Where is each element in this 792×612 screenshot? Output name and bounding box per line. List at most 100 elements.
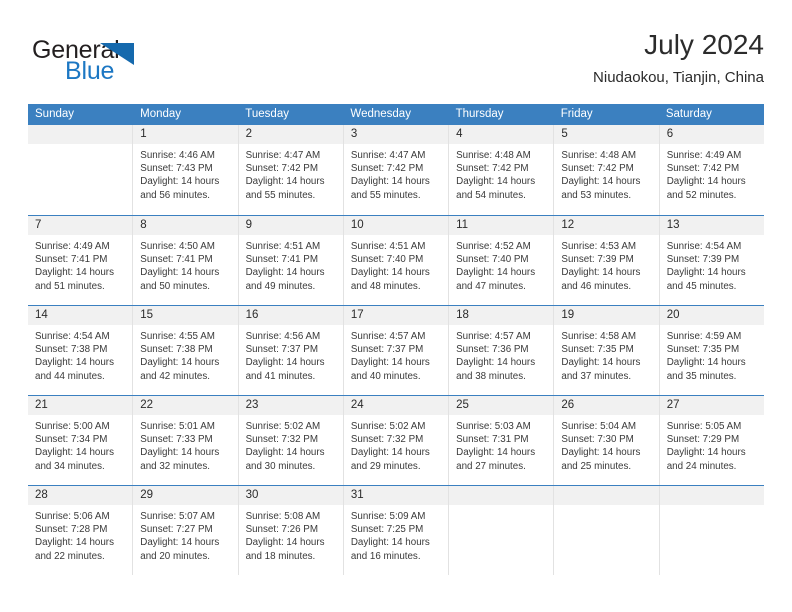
calendar-day-cell[interactable]: 27 Sunrise: 5:05 AM Sunset: 7:29 PM Dayligh… <box>658 396 764 485</box>
day-sun-info: Sunrise: 4:51 AM Sunset: 7:41 PM Daylight:… <box>239 235 343 293</box>
sunset-time: Sunset: 7:41 PM <box>140 254 213 266</box>
daylight-duration-line2: and 37 minutes. <box>561 370 632 382</box>
daylight-duration-line2: and 46 minutes. <box>561 280 632 292</box>
general-blue-logo[interactable]: General Blue <box>32 36 232 92</box>
daylight-duration-line1: Daylight: 14 hours <box>561 447 641 459</box>
calendar-day-cell[interactable]: 25 Sunrise: 5:03 AM Sunset: 7:31 PM Dayligh… <box>448 396 554 485</box>
calendar-day-cell[interactable]: 21 Sunrise: 5:00 AM Sunset: 7:34 PM Dayligh… <box>28 396 133 485</box>
day-number: 24 <box>343 396 449 415</box>
weekday-thursday: Thursday <box>455 108 504 120</box>
daylight-duration-line1: Daylight: 14 hours <box>140 357 220 369</box>
calendar-day-cell[interactable]: 5 Sunrise: 4:48 AM Sunset: 7:42 PM Daylight… <box>553 125 659 215</box>
calendar-day-cell[interactable]: 9 Sunrise: 4:51 AM Sunset: 7:41 PM Daylight… <box>237 216 343 305</box>
day-number: 16 <box>238 306 343 325</box>
daylight-duration-line1: Daylight: 14 hours <box>140 267 220 279</box>
sunset-time: Sunset: 7:38 PM <box>35 344 108 356</box>
sunrise-time: Sunrise: 4:59 AM <box>666 331 742 342</box>
calendar-day-cell[interactable]: 30 Sunrise: 5:08 AM Sunset: 7:26 PM Dayligh… <box>237 486 343 575</box>
daylight-duration-line1: Daylight: 14 hours <box>245 447 325 459</box>
daylight-duration-line1: Daylight: 14 hours <box>456 267 536 279</box>
daylight-duration-line2: and 44 minutes. <box>35 370 105 382</box>
calendar-day-cell[interactable]: 23 Sunrise: 5:02 AM Sunset: 7:32 PM Dayligh… <box>237 396 343 485</box>
daylight-duration-line1: Daylight: 14 hours <box>456 357 536 369</box>
calendar-day-cell[interactable]: 2 Sunrise: 4:47 AM Sunset: 7:42 PM Daylight… <box>237 125 343 215</box>
sunset-time: Sunset: 7:41 PM <box>245 254 318 266</box>
day-sun-info: Sunrise: 4:48 AM Sunset: 7:42 PM Daylight:… <box>449 144 553 202</box>
calendar-day-cell[interactable]: 12 Sunrise: 4:53 AM Sunset: 7:39 PM Dayligh… <box>553 216 659 305</box>
day-sun-info: Sunrise: 5:08 AM Sunset: 7:26 PM Daylight:… <box>239 505 343 563</box>
calendar-day-cell[interactable]: 14 Sunrise: 4:54 AM Sunset: 7:38 PM Dayligh… <box>28 306 133 395</box>
calendar-day-cell[interactable]: 28 Sunrise: 5:06 AM Sunset: 7:28 PM Dayligh… <box>28 486 133 575</box>
calendar-day-cell[interactable]: 10 Sunrise: 4:51 AM Sunset: 7:40 PM Dayligh… <box>342 216 449 305</box>
day-number: 29 <box>133 486 238 505</box>
calendar-day-cell[interactable]: 20 Sunrise: 4:59 AM Sunset: 7:35 PM Dayligh… <box>658 306 764 395</box>
calendar-day-cell[interactable]: 6 Sunrise: 4:49 AM Sunset: 7:42 PM Daylight… <box>658 125 764 215</box>
calendar-day-cell[interactable]: 26 Sunrise: 5:04 AM Sunset: 7:30 PM Dayligh… <box>553 396 659 485</box>
sunset-time: Sunset: 7:39 PM <box>666 254 740 266</box>
day-sun-info: Sunrise: 4:50 AM Sunset: 7:41 PM Daylight:… <box>133 235 237 293</box>
calendar-day-cell-empty <box>658 486 764 575</box>
sunset-time: Sunset: 7:42 PM <box>666 163 740 175</box>
calendar-day-cell[interactable]: 24 Sunrise: 5:02 AM Sunset: 7:32 PM Dayligh… <box>342 396 449 485</box>
sunset-time: Sunset: 7:25 PM <box>350 524 424 536</box>
weekday-monday: Monday <box>140 108 182 120</box>
daylight-duration-line1: Daylight: 14 hours <box>561 267 641 279</box>
sunset-time: Sunset: 7:34 PM <box>35 434 108 446</box>
calendar-day-cell[interactable]: 4 Sunrise: 4:48 AM Sunset: 7:42 PM Daylight… <box>448 125 554 215</box>
calendar-day-cell[interactable]: 8 Sunrise: 4:50 AM Sunset: 7:41 PM Daylight… <box>132 216 238 305</box>
sunrise-time: Sunrise: 4:57 AM <box>456 331 531 342</box>
daylight-duration-line1: Daylight: 14 hours <box>140 537 220 549</box>
sunset-time: Sunset: 7:42 PM <box>350 163 424 175</box>
calendar-day-cell[interactable]: 22 Sunrise: 5:01 AM Sunset: 7:33 PM Dayligh… <box>132 396 238 485</box>
day-sun-info: Sunrise: 5:02 AM Sunset: 7:32 PM Daylight:… <box>239 415 343 473</box>
calendar-day-cell[interactable]: 13 Sunrise: 4:54 AM Sunset: 7:39 PM Dayligh… <box>658 216 764 305</box>
calendar-grid: Sunday Monday Tuesday Wednesday Thursday… <box>28 104 764 575</box>
day-sun-info: Sunrise: 4:52 AM Sunset: 7:40 PM Daylight:… <box>449 235 553 293</box>
calendar-day-cell[interactable]: 31 Sunrise: 5:09 AM Sunset: 7:25 PM Dayligh… <box>342 486 449 575</box>
day-number: 19 <box>554 306 659 325</box>
day-sun-info: Sunrise: 4:57 AM Sunset: 7:37 PM Daylight:… <box>344 325 448 383</box>
calendar-day-cell[interactable]: 3 Sunrise: 4:47 AM Sunset: 7:42 PM Daylight… <box>342 125 449 215</box>
daylight-duration-line2: and 48 minutes. <box>350 280 421 292</box>
day-number: 28 <box>28 486 133 505</box>
calendar-day-cell[interactable]: 16 Sunrise: 4:56 AM Sunset: 7:37 PM Dayligh… <box>237 306 343 395</box>
calendar-day-cell[interactable]: 7 Sunrise: 4:49 AM Sunset: 7:41 PM Daylight… <box>28 216 133 305</box>
daylight-duration-line2: and 53 minutes. <box>561 189 632 201</box>
daylight-duration-line1: Daylight: 14 hours <box>561 176 641 188</box>
sunrise-time: Sunrise: 4:48 AM <box>456 150 531 161</box>
day-sun-info: Sunrise: 4:58 AM Sunset: 7:35 PM Daylight:… <box>554 325 658 383</box>
daylight-duration-line2: and 45 minutes. <box>666 280 737 292</box>
sunset-time: Sunset: 7:38 PM <box>140 344 213 356</box>
daylight-duration-line2: and 16 minutes. <box>350 550 421 562</box>
sunset-time: Sunset: 7:32 PM <box>350 434 424 446</box>
calendar-day-cell[interactable]: 17 Sunrise: 4:57 AM Sunset: 7:37 PM Dayligh… <box>342 306 449 395</box>
sunset-time: Sunset: 7:31 PM <box>456 434 529 446</box>
calendar-day-cell[interactable]: 1 Sunrise: 4:46 AM Sunset: 7:43 PM Daylight… <box>132 125 238 215</box>
calendar-day-cell[interactable]: 11 Sunrise: 4:52 AM Sunset: 7:40 PM Dayligh… <box>448 216 554 305</box>
day-sun-info: Sunrise: 5:00 AM Sunset: 7:34 PM Daylight:… <box>28 415 132 473</box>
day-number <box>659 486 764 505</box>
calendar-day-cell[interactable]: 18 Sunrise: 4:57 AM Sunset: 7:36 PM Dayligh… <box>448 306 554 395</box>
daylight-duration-line1: Daylight: 14 hours <box>140 447 220 459</box>
day-number: 14 <box>28 306 133 325</box>
sunrise-time: Sunrise: 4:53 AM <box>561 241 637 252</box>
calendar-day-cell[interactable]: 19 Sunrise: 4:58 AM Sunset: 7:35 PM Dayligh… <box>553 306 659 395</box>
calendar-day-cell[interactable]: 15 Sunrise: 4:55 AM Sunset: 7:38 PM Dayligh… <box>132 306 238 395</box>
calendar-day-cell-empty <box>28 125 133 215</box>
sunrise-time: Sunrise: 4:57 AM <box>350 331 426 342</box>
sunrise-time: Sunrise: 5:02 AM <box>245 421 321 432</box>
calendar-day-cell[interactable]: 29 Sunrise: 5:07 AM Sunset: 7:27 PM Dayligh… <box>132 486 238 575</box>
page-header: General Blue July 2024 Niudaokou, Tianji… <box>28 28 764 94</box>
day-number: 5 <box>554 125 659 144</box>
day-sun-info: Sunrise: 5:02 AM Sunset: 7:32 PM Daylight:… <box>344 415 448 473</box>
day-sun-info: Sunrise: 4:48 AM Sunset: 7:42 PM Daylight:… <box>554 144 658 202</box>
sunrise-time: Sunrise: 4:54 AM <box>666 241 742 252</box>
daylight-duration-line2: and 41 minutes. <box>245 370 316 382</box>
daylight-duration-line2: and 40 minutes. <box>350 370 421 382</box>
sunrise-time: Sunrise: 4:49 AM <box>666 150 742 161</box>
daylight-duration-line2: and 29 minutes. <box>350 460 421 472</box>
calendar-week-row: 7 Sunrise: 4:49 AM Sunset: 7:41 PM Daylight… <box>28 215 764 305</box>
daylight-duration-line2: and 51 minutes. <box>35 280 105 292</box>
calendar-week-row: 1 Sunrise: 4:46 AM Sunset: 7:43 PM Daylight… <box>28 125 764 215</box>
sunrise-time: Sunrise: 5:05 AM <box>666 421 742 432</box>
